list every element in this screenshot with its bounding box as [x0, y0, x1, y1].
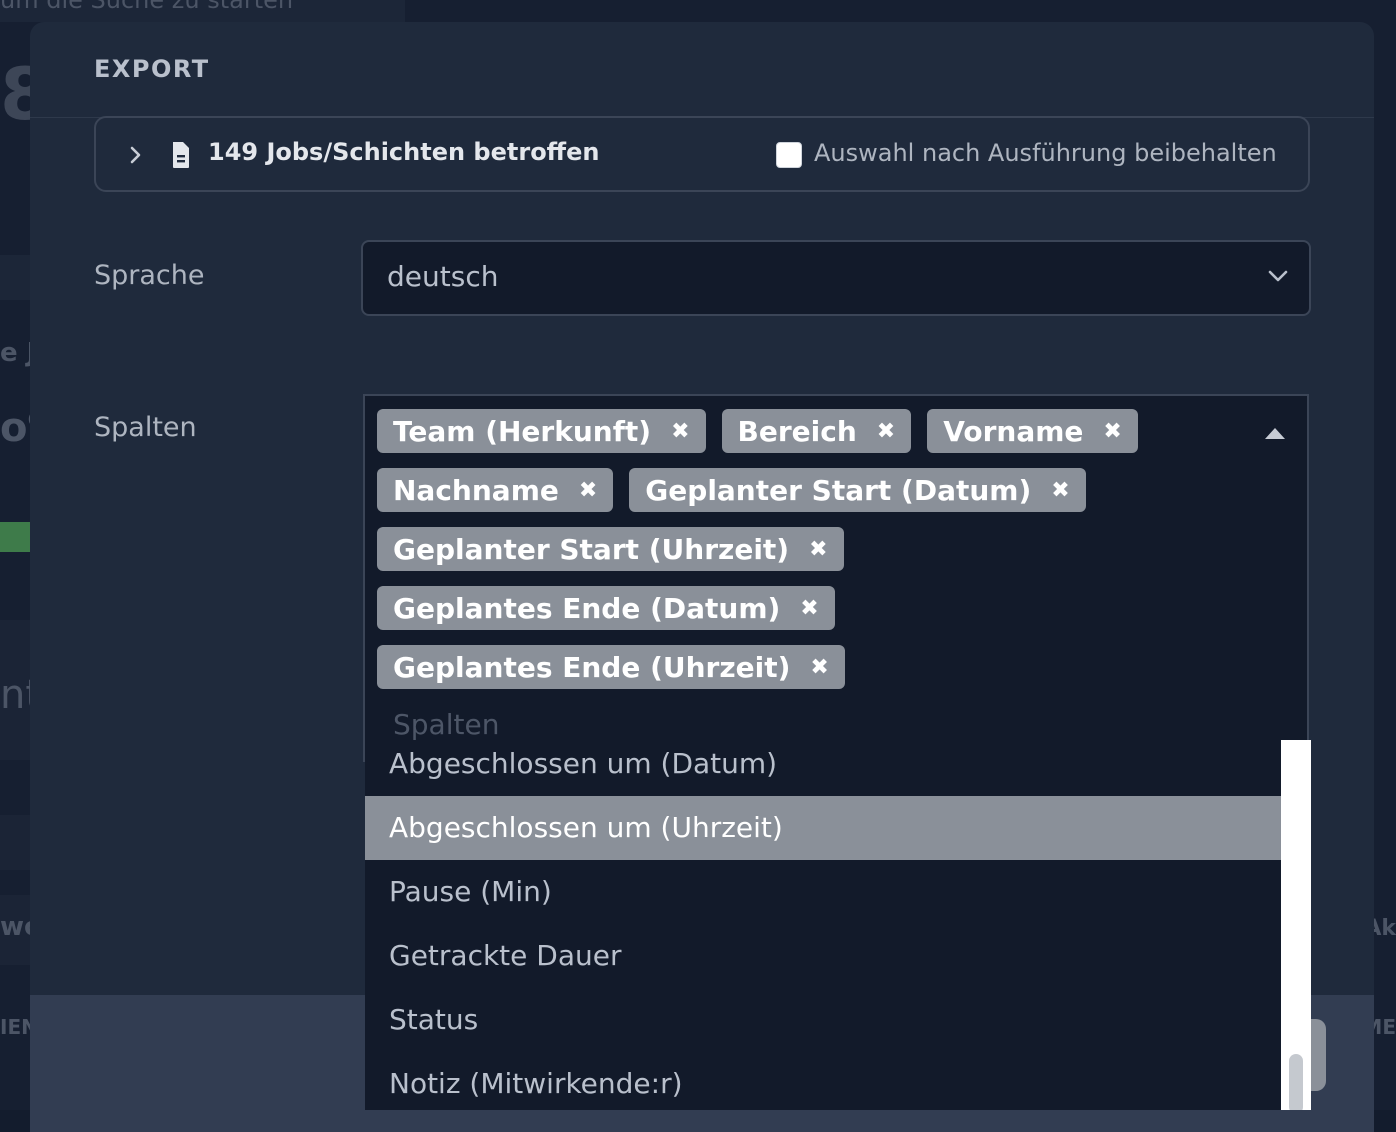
columns-dropdown: Abgeschlossen um (Datum) Abgeschlossen um…	[365, 740, 1311, 1110]
column-tag-label: Nachname	[393, 473, 559, 507]
dropdown-scrollbar[interactable]	[1281, 740, 1311, 1110]
tag-row: Geplanter Start (Uhrzeit) ✖	[377, 527, 1257, 571]
remove-tag-icon[interactable]: ✖	[877, 419, 895, 444]
column-option[interactable]: Getrackte Dauer	[365, 924, 1281, 988]
column-tag-label: Geplantes Ende (Datum)	[393, 591, 781, 625]
affected-count-text: 149 Jobs/Schichten betroffen	[208, 138, 600, 166]
modal-title: EXPORT	[94, 55, 210, 83]
column-tag-label: Vorname	[943, 414, 1084, 448]
chevron-down-icon[interactable]	[1267, 268, 1289, 287]
tag-row: Geplantes Ende (Uhrzeit) ✖	[377, 645, 1257, 689]
language-label: Sprache	[94, 260, 205, 291]
column-tag-label: Geplantes Ende (Uhrzeit)	[393, 650, 791, 684]
modal-header: EXPORT	[30, 22, 1374, 118]
remove-tag-icon[interactable]: ✖	[810, 655, 828, 680]
document-icon	[170, 140, 192, 174]
column-option[interactable]: Status	[365, 988, 1281, 1052]
tag-row: Team (Herkunft) ✖ Bereich ✖ Vorname ✖	[377, 409, 1257, 453]
columns-options-list: Abgeschlossen um (Datum) Abgeschlossen um…	[365, 740, 1281, 1110]
tag-row: Geplantes Ende (Datum) ✖	[377, 586, 1257, 630]
column-tag: Geplanter Start (Datum) ✖	[629, 468, 1086, 512]
column-tag: Geplantes Ende (Uhrzeit) ✖	[377, 645, 845, 689]
column-tag: Geplanter Start (Uhrzeit) ✖	[377, 527, 844, 571]
affected-jobs-panel[interactable]: 149 Jobs/Schichten betroffen Auswahl nac…	[94, 116, 1310, 192]
remove-tag-icon[interactable]: ✖	[671, 419, 689, 444]
background-search-hint: um die Suche zu starten	[0, 0, 405, 22]
remove-tag-icon[interactable]: ✖	[800, 596, 818, 621]
column-option[interactable]: Abgeschlossen um (Datum)	[365, 740, 1281, 796]
tag-row: Nachname ✖ Geplanter Start (Datum) ✖	[377, 468, 1257, 512]
column-tag-label: Team (Herkunft)	[393, 414, 652, 448]
column-tag: Bereich ✖	[721, 409, 912, 453]
columns-search-input[interactable]: Spalten	[393, 708, 499, 741]
column-tag: Vorname ✖	[927, 409, 1138, 453]
columns-multiselect[interactable]: Team (Herkunft) ✖ Bereich ✖ Vorname ✖ Nachname…	[363, 394, 1309, 762]
chevron-right-icon[interactable]	[128, 142, 144, 172]
remove-tag-icon[interactable]: ✖	[1103, 419, 1121, 444]
remove-tag-icon[interactable]: ✖	[579, 478, 597, 503]
column-option[interactable]: Notiz (Mitwirkende:r)	[365, 1052, 1281, 1110]
column-tag: Geplantes Ende (Datum) ✖	[377, 586, 835, 630]
column-option[interactable]: Abgeschlossen um (Uhrzeit)	[365, 796, 1281, 860]
column-tag-label: Geplanter Start (Uhrzeit)	[393, 532, 790, 566]
background-progress-bar	[0, 522, 30, 552]
selected-columns: Team (Herkunft) ✖ Bereich ✖ Vorname ✖ Nachname…	[377, 409, 1257, 704]
columns-label: Spalten	[94, 412, 197, 443]
keep-selection-label[interactable]: Auswahl nach Ausführung beibehalten	[814, 139, 1277, 167]
column-tag: Nachname ✖	[377, 468, 614, 512]
column-tag: Team (Herkunft) ✖	[377, 409, 706, 453]
language-select[interactable]: deutsch	[361, 240, 1311, 316]
remove-tag-icon[interactable]: ✖	[809, 537, 827, 562]
column-option[interactable]: Pause (Min)	[365, 860, 1281, 924]
remove-tag-icon[interactable]: ✖	[1051, 478, 1069, 503]
keep-selection-checkbox[interactable]	[776, 142, 802, 168]
column-tag-label: Geplanter Start (Datum)	[645, 473, 1032, 507]
dropdown-scrollbar-thumb[interactable]	[1289, 1054, 1303, 1110]
language-select-value: deutsch	[387, 260, 499, 293]
column-tag-label: Bereich	[737, 414, 857, 448]
caret-up-icon[interactable]	[1265, 428, 1285, 439]
